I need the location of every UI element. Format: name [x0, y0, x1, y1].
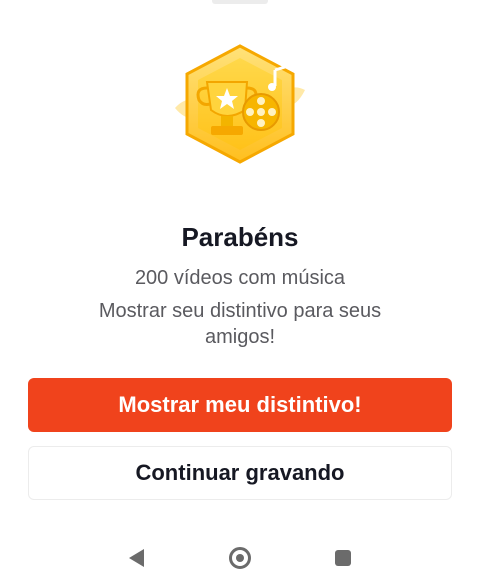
trophy-badge-icon: [165, 40, 315, 170]
show-badge-button[interactable]: Mostrar meu distintivo!: [28, 378, 452, 432]
back-triangle-icon[interactable]: [120, 542, 152, 574]
dialog-subtitle: 200 vídeos com música: [134, 267, 346, 289]
dialog-title: Parabéns: [181, 222, 299, 252]
home-circle-icon[interactable]: [224, 542, 256, 574]
sheet-handle[interactable]: [212, 0, 268, 4]
dialog-description: Mostrar seu distintivo para seus amigos!: [98, 300, 382, 348]
recents-square-icon[interactable]: [327, 542, 359, 574]
system-nav-bar: [0, 528, 480, 588]
continue-recording-button[interactable]: Continuar gravando: [28, 446, 452, 500]
